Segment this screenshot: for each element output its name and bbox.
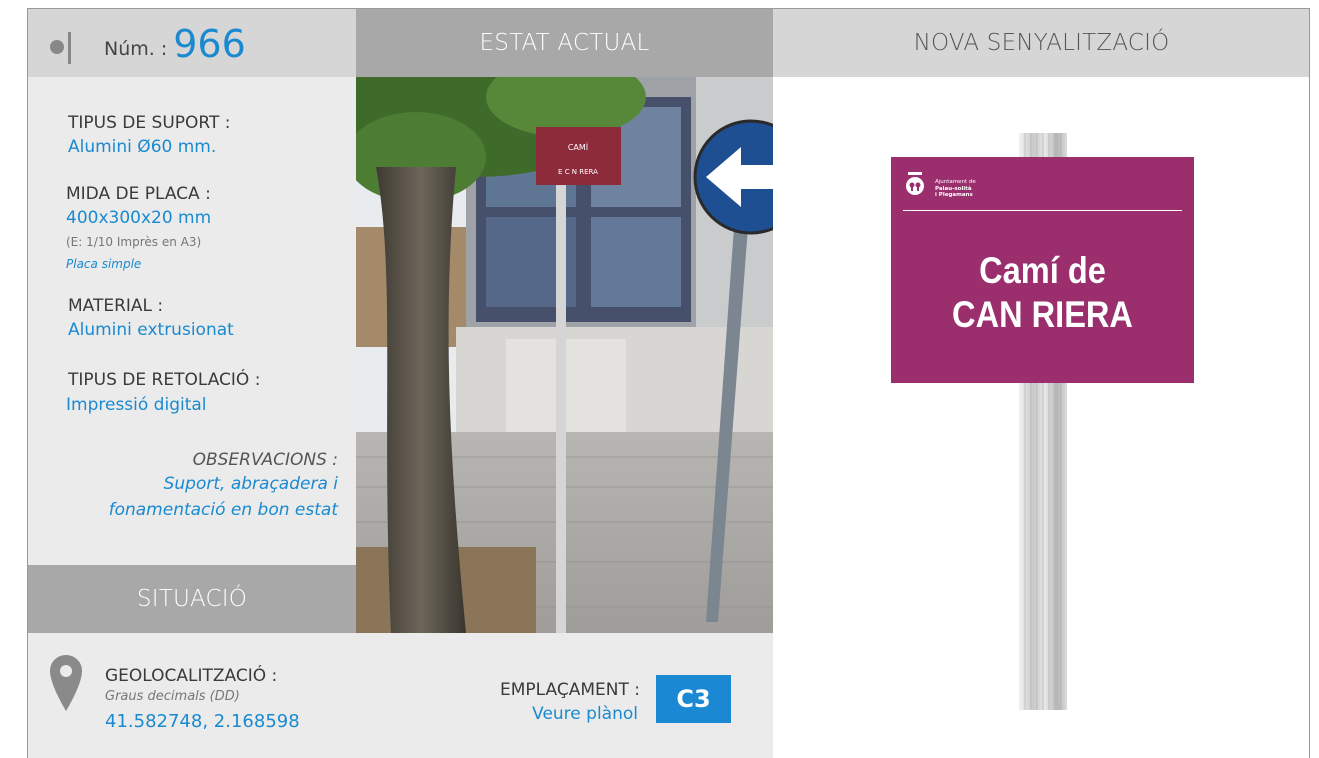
sign-title-line2: CAN RIERA [952,294,1133,335]
current-state-photo: CAMÍ E C N RERA [356,77,773,633]
number-value: 966 [173,22,246,66]
observacions-line1: Suport, abraçadera i [163,474,338,494]
number-label: Núm. : [104,38,168,60]
retolacio-label: TIPUS DE RETOLACIÓ : [68,370,261,390]
observacions-label: OBSERVACIONS : [192,450,338,470]
veure-planol-link[interactable]: Veure plànol [440,704,638,724]
mida-placa-value: 400x300x20 mm [66,208,212,228]
geolocalitzacio-format: Graus decimals (DD) [105,689,240,704]
situacio-title: SITUACIÓ [136,586,248,612]
sign-title-line1: Camí de [979,250,1106,291]
mida-placa-scale: (E: 1/10 Imprès en A3) [66,235,202,249]
observacions-line2: fonamentació en bon estat [108,500,338,520]
mida-placa-label: MIDA DE PLACA : [66,184,211,204]
mida-placa-type: Placa simple [66,257,142,271]
tipus-suport-value: Alumini Ø60 mm. [68,137,217,157]
pin-marker-icon [48,30,74,66]
location-pin-icon [50,655,82,713]
nova-senyalitzacio-title: NOVA SENYALITZACIÓ [913,30,1170,56]
emplacament-label: EMPLAÇAMENT : [500,680,640,700]
retolacio-value: Impressió digital [66,395,207,415]
geolocalitzacio-value: 41.582748, 2.168598 [105,711,300,732]
geolocalitzacio-label: GEOLOCALITZACIÓ : [105,666,278,686]
record-number: Núm. : 966 [104,16,246,72]
material-label: MATERIAL : [68,296,164,316]
material-value: Alumini extrusionat [68,320,234,340]
logo-line3: i Plegamans [935,192,973,198]
shield-logo-icon [903,172,927,196]
tipus-suport-label: TIPUS DE SUPORT : [68,113,231,133]
sign-divider [903,210,1182,211]
emplacament-code-badge: C3 [656,675,731,723]
photo-sign-line1: CAMÍ [568,141,589,152]
logo-line1: Ajuntament de [935,179,976,185]
photo-sign-line2: E C N RERA [558,168,598,176]
new-sign-plate: Ajuntament de Palau-solità i Plegamans C… [891,157,1194,383]
municipality-logo-text: Ajuntament de Palau-solità i Plegamans [935,179,976,199]
estat-actual-title: ESTAT ACTUAL [479,30,650,56]
